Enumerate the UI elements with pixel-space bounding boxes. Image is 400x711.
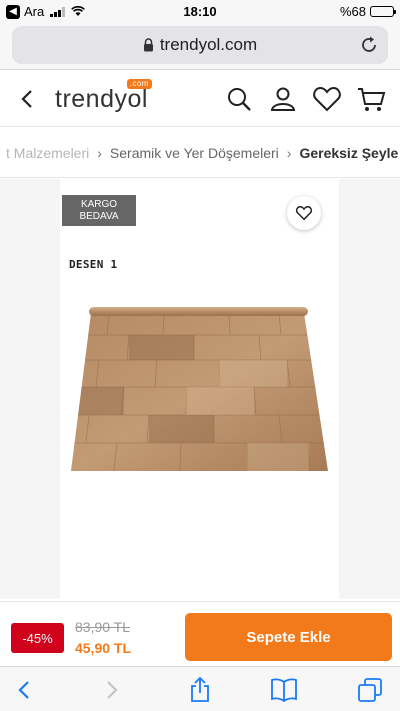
product-image[interactable] (69, 305, 332, 475)
bookmarks-icon[interactable] (270, 677, 298, 703)
breadcrumb-item[interactable]: Seramik ve Yer Döşemeleri (110, 145, 279, 161)
add-to-cart-button[interactable]: Sepete Ekle (185, 613, 392, 661)
url-field[interactable]: trendyol.com (12, 26, 388, 64)
battery-percent: %68 (339, 4, 366, 19)
back-icon[interactable] (16, 87, 38, 111)
user-icon[interactable] (268, 85, 298, 113)
new-price: 45,90 TL (75, 640, 132, 656)
pattern-label: DESEN 1 (69, 258, 118, 271)
discount-badge: -45% (11, 623, 64, 653)
browser-address-bar: trendyol.com (0, 22, 400, 70)
cart-icon[interactable] (356, 85, 386, 113)
heart-icon[interactable] (312, 85, 342, 113)
search-icon[interactable] (224, 85, 254, 113)
status-bar: ◀ Ara 18:10 %68 (0, 0, 400, 22)
breadcrumb: t Malzemeleri › Seramik ve Yer Döşemeler… (0, 128, 400, 178)
browser-forward-icon[interactable] (98, 677, 126, 703)
badge-line-2: BEDAVA (79, 210, 119, 222)
browser-back-icon[interactable] (10, 677, 38, 703)
lock-icon (143, 38, 153, 52)
badge-line-1: KARGO (80, 198, 118, 210)
old-price: 83,90 TL (75, 619, 131, 635)
price-bar: -45% 83,90 TL 45,90 TL Sepete Ekle (0, 601, 400, 665)
browser-toolbar (0, 666, 400, 711)
chevron-right-icon: › (97, 144, 102, 161)
share-icon[interactable] (186, 677, 214, 703)
chevron-right-icon: › (286, 144, 292, 161)
breadcrumb-item-current[interactable]: Gereksiz Şeyle (299, 145, 398, 161)
tabs-icon[interactable] (356, 677, 384, 703)
logo-text: trendyol (55, 85, 148, 113)
trendyol-logo[interactable]: trendyol .com (55, 79, 152, 114)
product-card[interactable]: KARGO BEDAVA DESEN 1 (60, 179, 339, 599)
url-text: trendyol.com (159, 35, 258, 54)
reload-icon[interactable] (358, 34, 380, 56)
favorite-button[interactable] (287, 196, 321, 230)
site-header: trendyol .com (0, 71, 400, 127)
logo-badge: .com (126, 79, 152, 89)
heart-icon (295, 205, 313, 221)
free-shipping-badge: KARGO BEDAVA (62, 195, 136, 226)
battery-icon (370, 6, 396, 17)
breadcrumb-item[interactable]: t Malzemeleri (6, 145, 89, 161)
